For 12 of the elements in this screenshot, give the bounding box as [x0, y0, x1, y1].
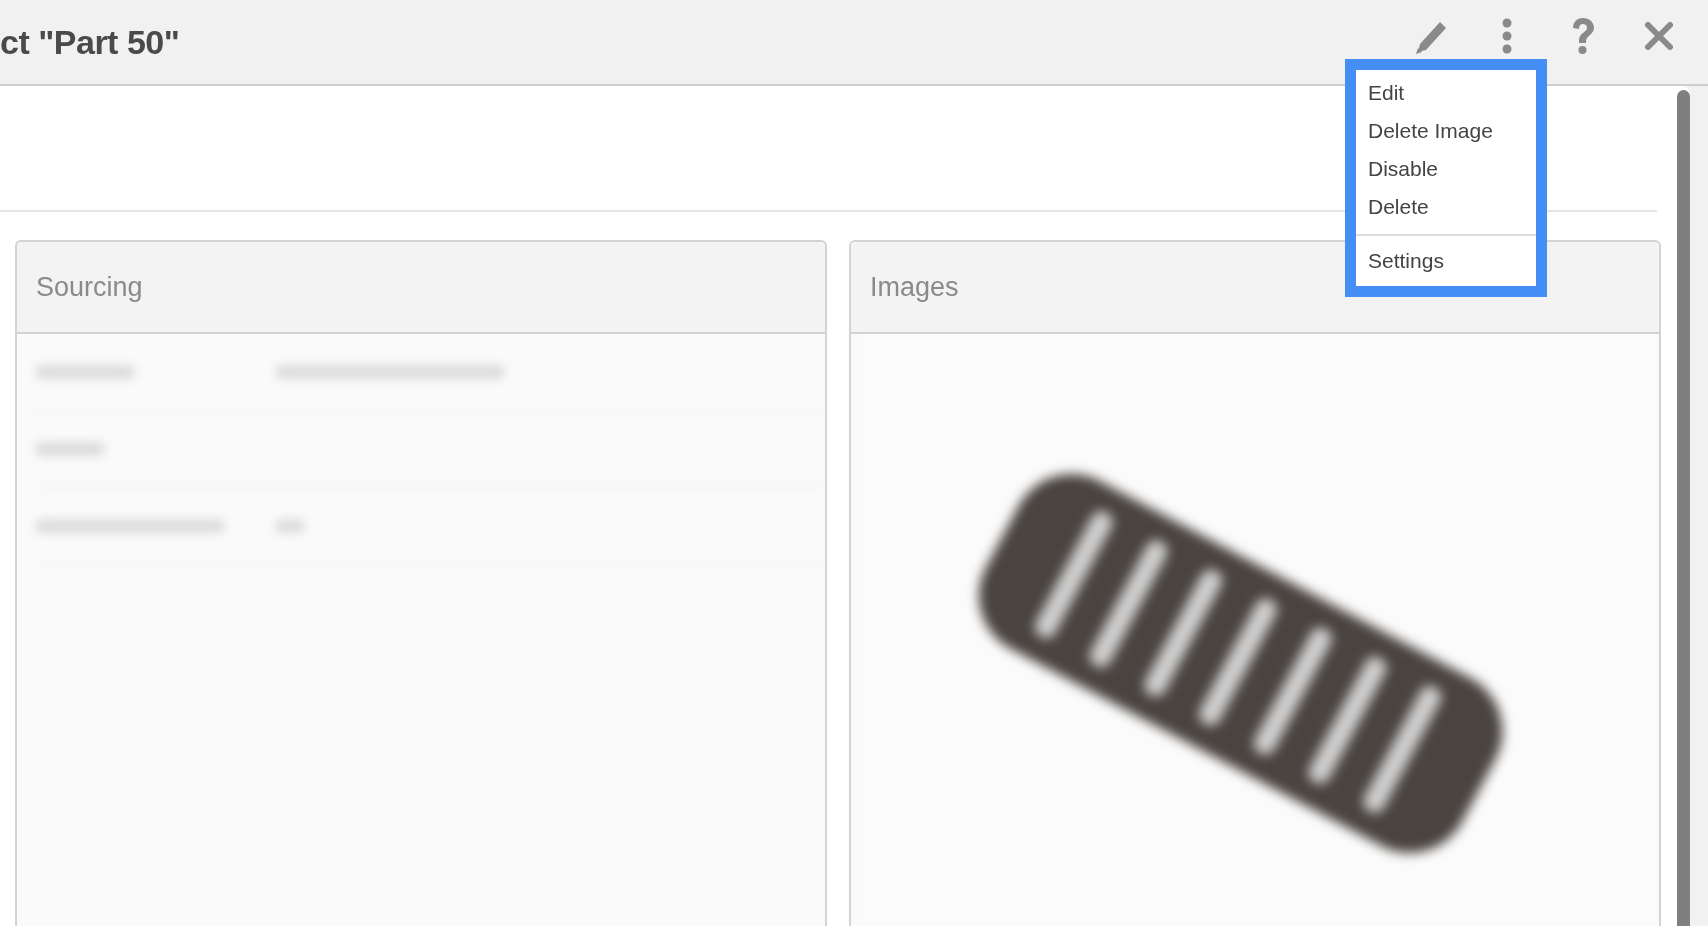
close-icon — [1644, 21, 1674, 51]
card-title: Images — [870, 271, 959, 303]
menu-item[interactable]: Delete — [1356, 188, 1536, 226]
card-title: Sourcing — [36, 271, 143, 303]
help-icon — [1570, 17, 1596, 55]
menu-item[interactable]: Edit — [1356, 74, 1536, 112]
menu-item[interactable]: Disable — [1356, 150, 1536, 188]
vertical-dots-icon — [1502, 18, 1512, 54]
menu-item[interactable]: Delete Image — [1356, 112, 1536, 150]
menu-item[interactable]: Settings — [1356, 242, 1536, 280]
dialog-title: ct "Part 50" — [0, 22, 181, 62]
scrollbar[interactable] — [1677, 90, 1690, 926]
